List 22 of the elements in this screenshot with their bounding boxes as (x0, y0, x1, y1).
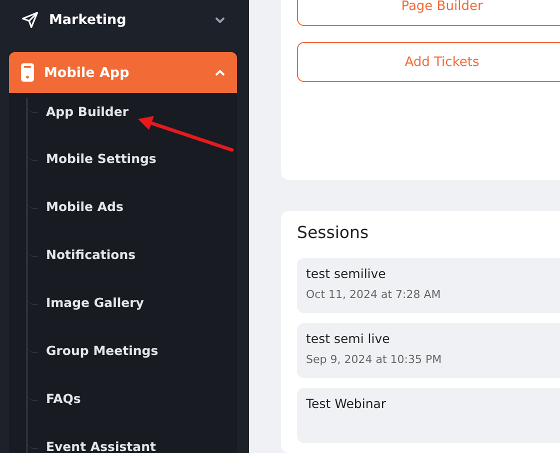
submenu-item[interactable]: Group Meetings (46, 342, 158, 358)
phone-icon (21, 63, 34, 82)
session-item[interactable]: test semilive Oct 11, 2024 at 7:28 AM (297, 258, 560, 313)
send-icon (21, 10, 39, 28)
session-name: test semi live (306, 331, 391, 346)
session-item[interactable]: Test Webinar (297, 388, 560, 443)
session-date: Oct 11, 2024 at 7:28 AM (306, 288, 442, 301)
submenu-item[interactable]: Notifications (46, 246, 136, 262)
session-item[interactable]: test semi live Sep 9, 2024 at 10:35 PM (297, 323, 560, 378)
session-name: Test Webinar (306, 396, 388, 411)
submenu-item[interactable]: Mobile Ads (46, 198, 124, 214)
submenu-item[interactable]: Image Gallery (46, 294, 144, 310)
section-title: Sessions (297, 223, 370, 242)
nav-item[interactable]: Marketing (9, 0, 237, 39)
chevron-down-icon (215, 16, 225, 22)
submenu-item[interactable]: Event Assistant (46, 438, 156, 453)
submenu-item[interactable]: Mobile Settings (46, 150, 156, 166)
submenu-item[interactable]: FAQs (46, 390, 81, 406)
submenu-item[interactable]: App Builder (46, 104, 129, 118)
session-date: Sep 9, 2024 at 10:35 PM (306, 353, 443, 366)
chevron-up-icon (215, 70, 225, 76)
session-name: test semilive (306, 266, 387, 281)
